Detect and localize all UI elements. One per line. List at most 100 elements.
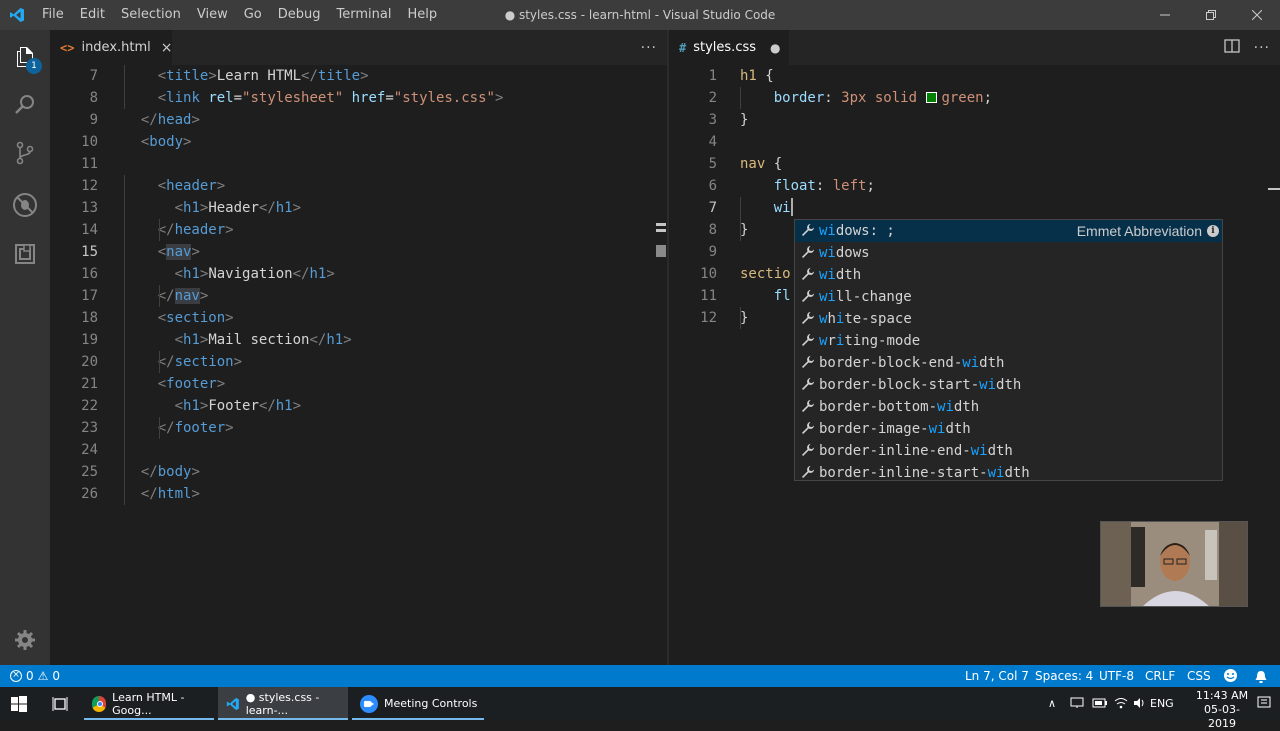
extensions-icon[interactable] <box>0 230 50 278</box>
taskbar-app-chrome[interactable]: Learn HTML - Goog... <box>84 687 214 720</box>
menu-view[interactable]: View <box>189 0 236 30</box>
code-line[interactable]: 1 h1 { <box>669 65 1280 87</box>
tab-styles-css[interactable]: # styles.css ● <box>669 30 789 65</box>
close-window-button[interactable] <box>1234 0 1280 30</box>
code-text: } <box>740 307 748 329</box>
windows-start-icon[interactable] <box>11 696 27 715</box>
menu-selection[interactable]: Selection <box>113 0 189 30</box>
code-line[interactable]: 26 </html> <box>50 483 667 505</box>
code-line[interactable]: 10 <body> <box>50 131 667 153</box>
code-line[interactable]: 18 <section> <box>50 307 667 329</box>
wrench-icon <box>801 242 815 264</box>
language-mode[interactable]: CSS <box>1187 665 1211 687</box>
suggestion-item[interactable]: widows <box>795 242 1222 264</box>
code-line[interactable]: 20 </section> <box>50 351 667 373</box>
menu-terminal[interactable]: Terminal <box>329 0 400 30</box>
search-icon[interactable] <box>0 81 50 129</box>
code-token: > <box>292 200 302 216</box>
eol-setting[interactable]: CRLF <box>1145 665 1175 687</box>
suggestion-item[interactable]: writing-mode <box>795 330 1222 352</box>
code-line[interactable]: 19 <h1>Mail section</h1> <box>50 329 667 351</box>
overview-ruler[interactable] <box>653 65 667 665</box>
suggestion-item[interactable]: border-block-end-width <box>795 352 1222 374</box>
input-language[interactable]: ENG <box>1150 697 1174 710</box>
tab-index-html[interactable]: <> index.html × <box>50 30 173 65</box>
info-icon[interactable]: i <box>1207 225 1219 237</box>
more-actions-icon[interactable]: ··· <box>641 40 657 56</box>
code-line[interactable]: 25 </body> <box>50 461 667 483</box>
tray-battery-icon[interactable] <box>1092 697 1108 712</box>
warning-icon: ⚠ <box>37 669 49 683</box>
tray-network-icon[interactable] <box>1070 697 1084 712</box>
code-token: </ <box>140 486 158 502</box>
code-line[interactable]: 13 <h1>Header</h1> <box>50 197 667 219</box>
more-actions-icon[interactable]: ··· <box>1254 40 1270 56</box>
taskbar-app-vscode[interactable]: ● styles.css - learn-... <box>218 687 348 720</box>
code-line[interactable]: 24 <box>50 439 667 461</box>
suggestion-item[interactable]: border-bottom-width <box>795 396 1222 418</box>
indentation-setting[interactable]: Spaces: 4 <box>1035 665 1093 687</box>
minimize-button[interactable] <box>1142 0 1188 30</box>
code-line[interactable]: 4 <box>669 131 1280 153</box>
suggestion-item[interactable]: border-inline-start-width <box>795 462 1222 480</box>
code-line[interactable]: 17 </nav> <box>50 285 667 307</box>
menu-help[interactable]: Help <box>399 0 445 30</box>
code-editor-left[interactable]: 7 <title>Learn HTML</title> 8 <link rel="… <box>50 65 667 665</box>
split-editor-icon[interactable] <box>1223 38 1240 57</box>
code-line[interactable]: 21 <footer> <box>50 373 667 395</box>
code-line[interactable]: 7 wi <box>669 197 1280 219</box>
line-number: 10 <box>81 134 98 150</box>
code-line[interactable]: 5 nav { <box>669 153 1280 175</box>
menu-edit[interactable]: Edit <box>72 0 113 30</box>
suggestion-item[interactable]: widows: ; Emmet Abbreviation i <box>795 220 1222 242</box>
restore-button[interactable] <box>1188 0 1234 30</box>
suggestion-item[interactable]: width <box>795 264 1222 286</box>
suggestion-item[interactable]: border-image-width <box>795 418 1222 440</box>
code-line[interactable]: 6 float: left; <box>669 175 1280 197</box>
code-text: <h1>Header</h1> <box>124 197 301 219</box>
problems-indicator[interactable]: × 0 ⚠ 0 <box>10 665 60 687</box>
code-line[interactable]: 14 </header> <box>50 219 667 241</box>
wrench-icon <box>801 330 815 352</box>
code-line[interactable]: 16 <h1>Navigation</h1> <box>50 263 667 285</box>
menu-file[interactable]: File <box>34 0 72 30</box>
code-token: </ <box>258 398 276 414</box>
code-line[interactable]: 2 border: 3px solid green; <box>669 87 1280 109</box>
overview-ruler[interactable] <box>1266 65 1280 665</box>
encoding-setting[interactable]: UTF-8 <box>1099 665 1134 687</box>
task-view-icon[interactable] <box>52 696 68 715</box>
code-line[interactable]: 11 <box>50 153 667 175</box>
code-line[interactable]: 22 <h1>Footer</h1> <box>50 395 667 417</box>
menu-go[interactable]: Go <box>236 0 270 30</box>
suggestion-item[interactable]: border-block-start-width <box>795 374 1222 396</box>
menu-debug[interactable]: Debug <box>270 0 329 30</box>
settings-gear-icon[interactable] <box>0 616 50 664</box>
notification-center-icon[interactable] <box>1257 696 1271 713</box>
code-token: < <box>157 244 167 260</box>
debug-icon[interactable] <box>0 181 50 229</box>
tray-chevron-icon[interactable]: ∧ <box>1048 697 1056 710</box>
code-line[interactable]: 9 </head> <box>50 109 667 131</box>
tray-wifi-icon[interactable] <box>1114 696 1128 713</box>
suggestion-item[interactable]: border-inline-end-width <box>795 440 1222 462</box>
code-line[interactable]: 8 <link rel="stylesheet" href="styles.cs… <box>50 87 667 109</box>
tab-close-button[interactable]: × <box>161 40 173 56</box>
color-swatch[interactable] <box>926 92 938 103</box>
code-line[interactable]: 23 </footer> <box>50 417 667 439</box>
clock[interactable]: 11:43 AM 05-03-2019 <box>1192 689 1252 731</box>
suggestion-item[interactable]: will-change <box>795 286 1222 308</box>
code-line[interactable]: 7 <title>Learn HTML</title> <box>50 65 667 87</box>
code-line[interactable]: 3} <box>669 109 1280 131</box>
code-line[interactable]: 12 <header> <box>50 175 667 197</box>
taskbar-app-label: Learn HTML - Goog... <box>112 690 185 717</box>
cursor-position[interactable]: Ln 7, Col 7 <box>965 665 1029 687</box>
files-icon[interactable]: 1 <box>0 33 50 81</box>
taskbar-app-zoom[interactable]: Meeting Controls <box>352 687 484 720</box>
code-line[interactable]: 15 <nav> <box>50 241 667 263</box>
unsaved-dot-icon[interactable]: ● <box>770 41 780 55</box>
line-number: 10 <box>700 266 717 282</box>
tray-volume-icon[interactable] <box>1133 697 1147 712</box>
source-control-icon[interactable] <box>0 129 50 177</box>
suggestion-item[interactable]: white-space <box>795 308 1222 330</box>
